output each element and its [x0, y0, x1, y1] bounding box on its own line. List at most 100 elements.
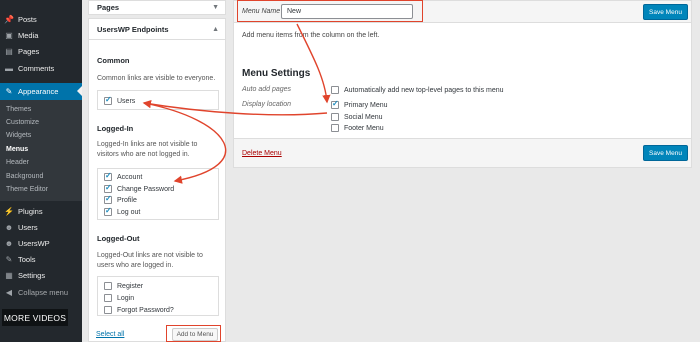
checklist-item-label: Account: [117, 173, 143, 181]
location-footer-menu[interactable]: Footer Menu: [331, 123, 384, 133]
sidebar-item-settings[interactable]: ▦ Settings: [0, 268, 82, 283]
auto-add-pages-label: Auto add pages: [242, 86, 292, 93]
sidebar-item-tools[interactable]: ✎ Tools: [0, 252, 82, 267]
checklist-item-register[interactable]: Register: [104, 281, 143, 291]
checklist-item-login[interactable]: Login: [104, 293, 134, 303]
checkbox-checked[interactable]: [104, 206, 112, 216]
collapse-icon: ◀: [5, 288, 13, 297]
checkbox-unchecked[interactable]: [331, 86, 339, 94]
submenu-item-theme-editor[interactable]: Theme Editor: [6, 186, 48, 193]
sidebar-item-label: Tools: [18, 255, 36, 264]
sidebar-item-posts[interactable]: 📌 Posts: [0, 12, 82, 27]
checklist-item-change-password[interactable]: Change Password: [104, 183, 175, 194]
admin-sidebar: 📌 Posts ▣ Media ▤ Pages ▬ Comments ✎ App…: [0, 0, 82, 342]
checkbox-unchecked[interactable]: [104, 294, 112, 302]
submenu-item-background[interactable]: Background: [6, 173, 43, 180]
accordion-userswp-endpoints[interactable]: UsersWP Endpoints ▲: [88, 18, 226, 40]
appearance-submenu: Themes Customize Widgets Menus Header Ba…: [0, 100, 82, 201]
settings-icon: ▦: [5, 271, 13, 280]
checklist-item-label: Log out: [117, 208, 141, 216]
sidebar-item-users[interactable]: ☻ Users: [0, 220, 82, 235]
checkbox-checked[interactable]: [104, 171, 112, 181]
submenu-item-customize[interactable]: Customize: [6, 119, 39, 126]
menu-settings-title: Menu Settings: [242, 68, 311, 79]
brush-icon: ✎: [5, 87, 13, 96]
location-label: Primary Menu: [344, 101, 388, 109]
sidebar-item-label: Media: [18, 31, 39, 40]
add-menu-items-column: Pages ▼ UsersWP Endpoints ▲ Common Commo…: [88, 0, 226, 342]
checkbox-unchecked[interactable]: [331, 124, 339, 132]
pushpin-icon: 📌: [4, 15, 14, 24]
checklist-item-account[interactable]: Account: [104, 171, 143, 182]
sidebar-item-userswp[interactable]: ☻ UsersWP: [0, 236, 82, 251]
sidebar-item-label: Comments: [18, 64, 55, 73]
common-checklist: Users: [97, 90, 219, 110]
submenu-item-header[interactable]: Header: [6, 159, 29, 166]
location-label: Social Menu: [344, 113, 383, 121]
checklist-item-label: Login: [117, 294, 135, 302]
checklist-item-log-out[interactable]: Log out: [104, 206, 141, 217]
checklist-item-label: Register: [117, 282, 144, 290]
menu-editor: Menu Name Save Menu Add menu items from …: [233, 0, 692, 168]
save-menu-button-top[interactable]: Save Menu: [643, 4, 688, 20]
checkbox-unchecked[interactable]: [104, 306, 112, 314]
accordion-title: Pages: [97, 3, 120, 12]
checklist-item-label: Forgot Password?: [117, 306, 174, 314]
checkbox-checked[interactable]: [104, 95, 112, 105]
checkbox-unchecked[interactable]: [331, 113, 339, 121]
sidebar-item-pages[interactable]: ▤ Pages: [0, 44, 82, 59]
location-social-menu[interactable]: Social Menu: [331, 112, 383, 122]
checkbox-checked[interactable]: [104, 183, 112, 193]
checklist-item-users[interactable]: Users: [104, 95, 136, 106]
auto-add-pages-option-label: Automatically add new top-level pages to…: [344, 86, 504, 94]
userswp-icon: ☻: [4, 239, 14, 248]
sidebar-item-label: Posts: [18, 15, 37, 24]
logged-in-checklist: Account Change Password Profile Log out: [97, 168, 219, 220]
accordion-title: UsersWP Endpoints: [97, 24, 169, 34]
checkbox-checked[interactable]: [104, 194, 112, 204]
sidebar-item-label: Collapse menu: [18, 288, 69, 297]
sidebar-item-plugins[interactable]: ⚡ Plugins: [0, 204, 82, 219]
menu-instructions: Add menu items from the column on the le…: [242, 32, 380, 39]
section-title-logged-in: Logged-In: [97, 124, 134, 133]
sidebar-item-media[interactable]: ▣ Media: [0, 28, 82, 43]
checklist-item-label: Users: [117, 97, 136, 105]
comments-icon: ▬: [5, 64, 13, 73]
checklist-item-label: Change Password: [117, 185, 175, 193]
more-videos-overlay[interactable]: MORE VIDEOS: [2, 309, 68, 326]
menu-editor-footer: Delete Menu Save Menu: [234, 138, 691, 167]
plugin-icon: ⚡: [4, 207, 14, 216]
section-title-logged-out: Logged-Out: [97, 234, 140, 243]
section-desc-logged-out: Logged-Out links are not visible to user…: [97, 252, 203, 269]
chevron-down-icon: ▼: [212, 4, 219, 11]
submenu-item-menus[interactable]: Menus: [6, 146, 28, 153]
section-desc-logged-in: Logged-In links are not visible to visit…: [97, 141, 198, 158]
sidebar-item-appearance[interactable]: ✎ Appearance: [0, 83, 82, 100]
sidebar-item-comments[interactable]: ▬ Comments: [0, 61, 82, 76]
checkbox-checked[interactable]: [331, 99, 339, 109]
sidebar-item-label: Plugins: [18, 207, 43, 216]
checkbox-unchecked[interactable]: [104, 282, 112, 290]
chevron-up-icon: ▲: [212, 25, 219, 33]
sidebar-item-label: Pages: [18, 47, 40, 56]
auto-add-pages-option[interactable]: Automatically add new top-level pages to…: [331, 85, 504, 95]
delete-menu-link[interactable]: Delete Menu: [242, 150, 282, 157]
annotation-highlight-add-to-menu: [166, 325, 221, 342]
location-primary-menu[interactable]: Primary Menu: [331, 99, 388, 110]
location-label: Footer Menu: [344, 124, 384, 132]
users-icon: ☻: [4, 223, 14, 232]
checklist-item-profile[interactable]: Profile: [104, 194, 137, 205]
save-menu-button-bottom[interactable]: Save Menu: [643, 145, 688, 161]
select-all-link[interactable]: Select all: [96, 331, 124, 338]
checklist-item-forgot-password[interactable]: Forgot Password?: [104, 305, 174, 315]
submenu-item-widgets[interactable]: Widgets: [6, 132, 31, 139]
submenu-item-themes[interactable]: Themes: [6, 106, 31, 113]
section-desc-common: Common links are visible to everyone.: [97, 75, 216, 82]
checklist-item-label: Profile: [117, 196, 137, 204]
sidebar-item-label: Users: [18, 223, 38, 232]
section-title-common: Common: [97, 56, 130, 65]
sidebar-item-collapse-menu[interactable]: ◀ Collapse menu: [0, 285, 82, 300]
wrench-icon: ✎: [5, 255, 13, 264]
accordion-pages[interactable]: Pages ▼: [88, 0, 226, 15]
logged-out-checklist: Register Login Forgot Password?: [97, 276, 219, 316]
